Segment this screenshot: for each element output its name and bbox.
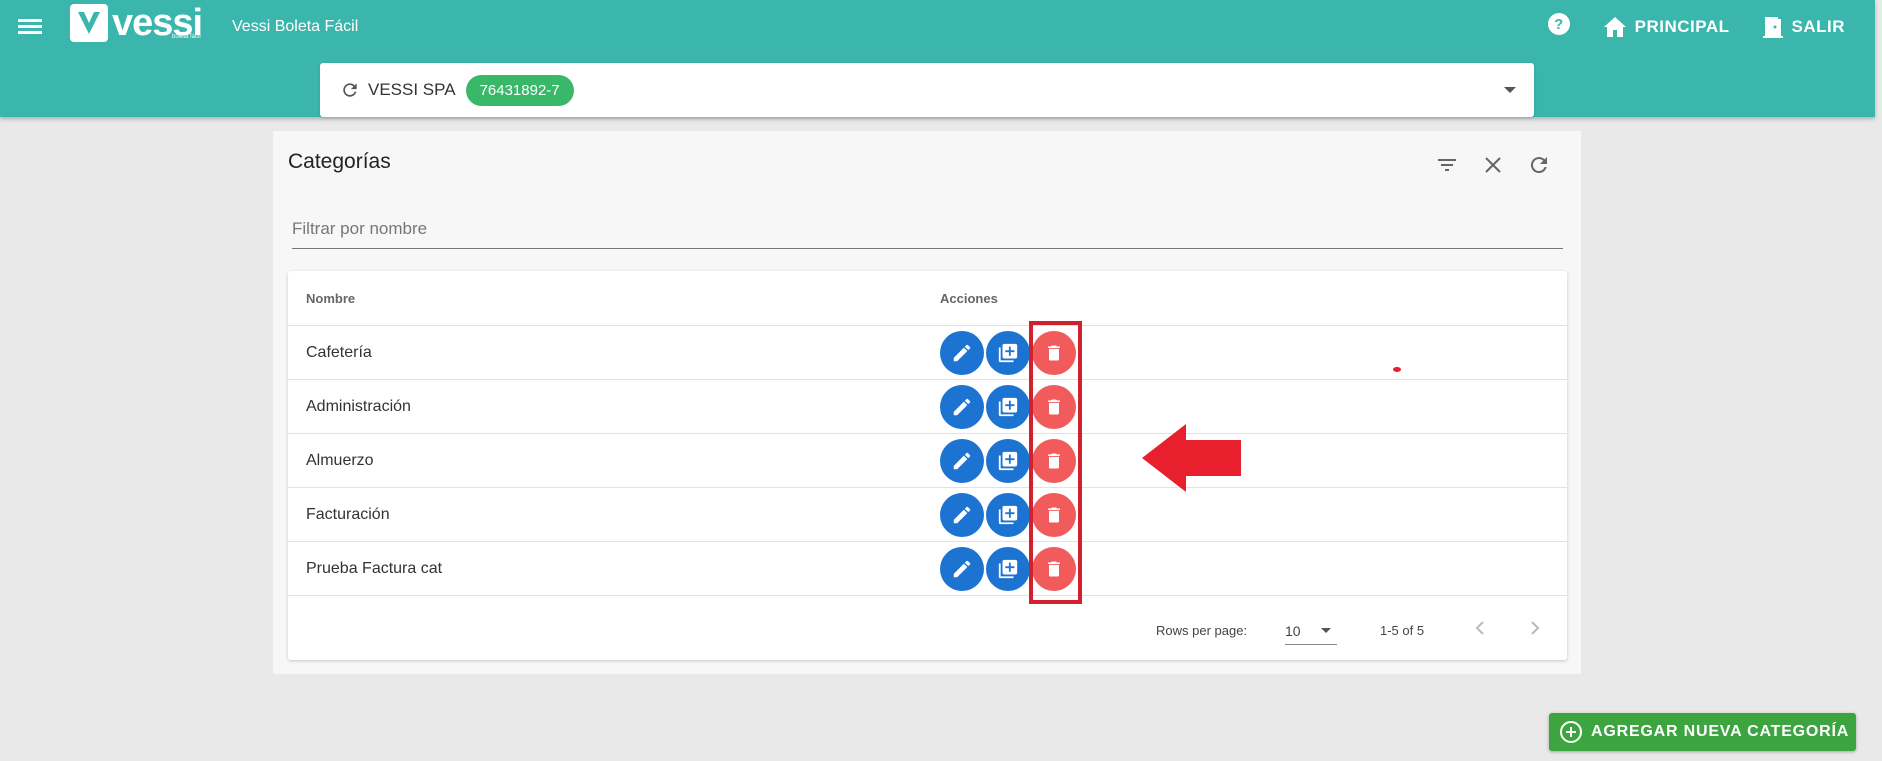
pencil-icon: [953, 452, 971, 470]
copy-plus-icon: [998, 559, 1018, 579]
category-name: Administración: [306, 398, 411, 415]
chevron-down-icon: [1321, 628, 1331, 633]
duplicate-button[interactable]: [986, 439, 1030, 483]
page-title: Categorías: [288, 150, 391, 173]
table-row: Cafetería: [288, 325, 1567, 379]
edit-button[interactable]: [940, 439, 984, 483]
help-icon[interactable]: ?: [1547, 12, 1571, 41]
categories-table: Nombre Acciones Cafetería Administración…: [288, 271, 1567, 660]
pencil-icon: [953, 506, 971, 524]
chevron-down-icon[interactable]: [1504, 87, 1516, 93]
add-category-button[interactable]: AGREGAR NUEVA CATEGORÍA: [1549, 713, 1856, 751]
pagination-range: 1-5 of 5: [1380, 623, 1425, 638]
home-icon: [1603, 16, 1626, 37]
duplicate-button[interactable]: [986, 331, 1030, 375]
nav-principal[interactable]: PRINCIPAL: [1603, 16, 1730, 38]
copy-plus-icon: [998, 505, 1018, 525]
edit-button[interactable]: [940, 493, 984, 537]
chevron-left-icon[interactable]: [1468, 616, 1492, 640]
duplicate-button[interactable]: [986, 493, 1030, 537]
table-row: Facturación: [288, 487, 1567, 541]
edit-button[interactable]: [940, 385, 984, 429]
annotation-arrow-icon: [1142, 424, 1241, 492]
category-name: Facturación: [306, 506, 390, 523]
copy-plus-icon: [998, 397, 1018, 417]
annotation-highlight-box: [1029, 321, 1082, 604]
category-name: Cafetería: [306, 344, 372, 361]
table-row: Prueba Factura cat: [288, 541, 1567, 595]
refresh-icon: [343, 83, 357, 97]
filter-field[interactable]: [292, 209, 1563, 249]
chevron-right-icon[interactable]: [1523, 616, 1547, 640]
duplicate-button[interactable]: [986, 547, 1030, 591]
table-pagination: Rows per page: 10 1-5 of 5: [288, 595, 1567, 660]
add-circle-icon: [1560, 721, 1582, 743]
duplicate-button[interactable]: [986, 385, 1030, 429]
categories-card: Categorías Nombre Acciones Cafetería Adm…: [273, 131, 1581, 674]
table-row: Administración: [288, 379, 1567, 433]
company-name: VESSI SPA: [368, 80, 456, 99]
column-header-nombre: Nombre: [306, 291, 356, 306]
exit-door-icon: [1762, 16, 1783, 38]
edit-button[interactable]: [940, 547, 984, 591]
nav-principal-label: PRINCIPAL: [1634, 16, 1730, 36]
company-selector[interactable]: VESSI SPA 76431892-7: [320, 63, 1534, 117]
copy-plus-icon: [998, 343, 1018, 363]
logo-mark: [70, 4, 108, 42]
edit-button[interactable]: [940, 331, 984, 375]
pencil-icon: [953, 344, 971, 362]
svg-text:?: ?: [1554, 16, 1564, 33]
rows-per-page-value: 10: [1285, 623, 1301, 639]
table-row: Almuerzo: [288, 433, 1567, 487]
copy-plus-icon: [998, 451, 1018, 471]
search-input[interactable]: [292, 209, 1563, 248]
close-icon[interactable]: [1481, 153, 1505, 177]
filter-icon[interactable]: [1435, 153, 1459, 177]
logo-subtext: boleta fácil: [172, 34, 201, 40]
header-nav: ? PRINCIPAL SALIR: [1547, 12, 1845, 41]
menu-icon[interactable]: [18, 16, 42, 38]
nav-salir-label: SALIR: [1791, 16, 1845, 36]
category-name: Prueba Factura cat: [306, 560, 443, 577]
rut-chip: 76431892-7: [465, 74, 574, 106]
rows-per-page-label: Rows per page:: [1156, 623, 1248, 638]
pencil-icon: [953, 560, 971, 578]
card-toolbar: [1435, 153, 1551, 177]
app-name: Vessi Boleta Fácil: [232, 18, 359, 35]
pencil-icon: [953, 398, 971, 416]
column-header-acciones: Acciones: [940, 291, 998, 306]
refresh-icon[interactable]: [1527, 153, 1551, 177]
add-category-label: AGREGAR NUEVA CATEGORÍA: [1591, 723, 1850, 740]
category-name: Almuerzo: [306, 452, 374, 469]
nav-salir[interactable]: SALIR: [1762, 15, 1846, 39]
rows-per-page-select[interactable]: 10: [1285, 613, 1337, 645]
annotation-dot: [1393, 367, 1401, 372]
